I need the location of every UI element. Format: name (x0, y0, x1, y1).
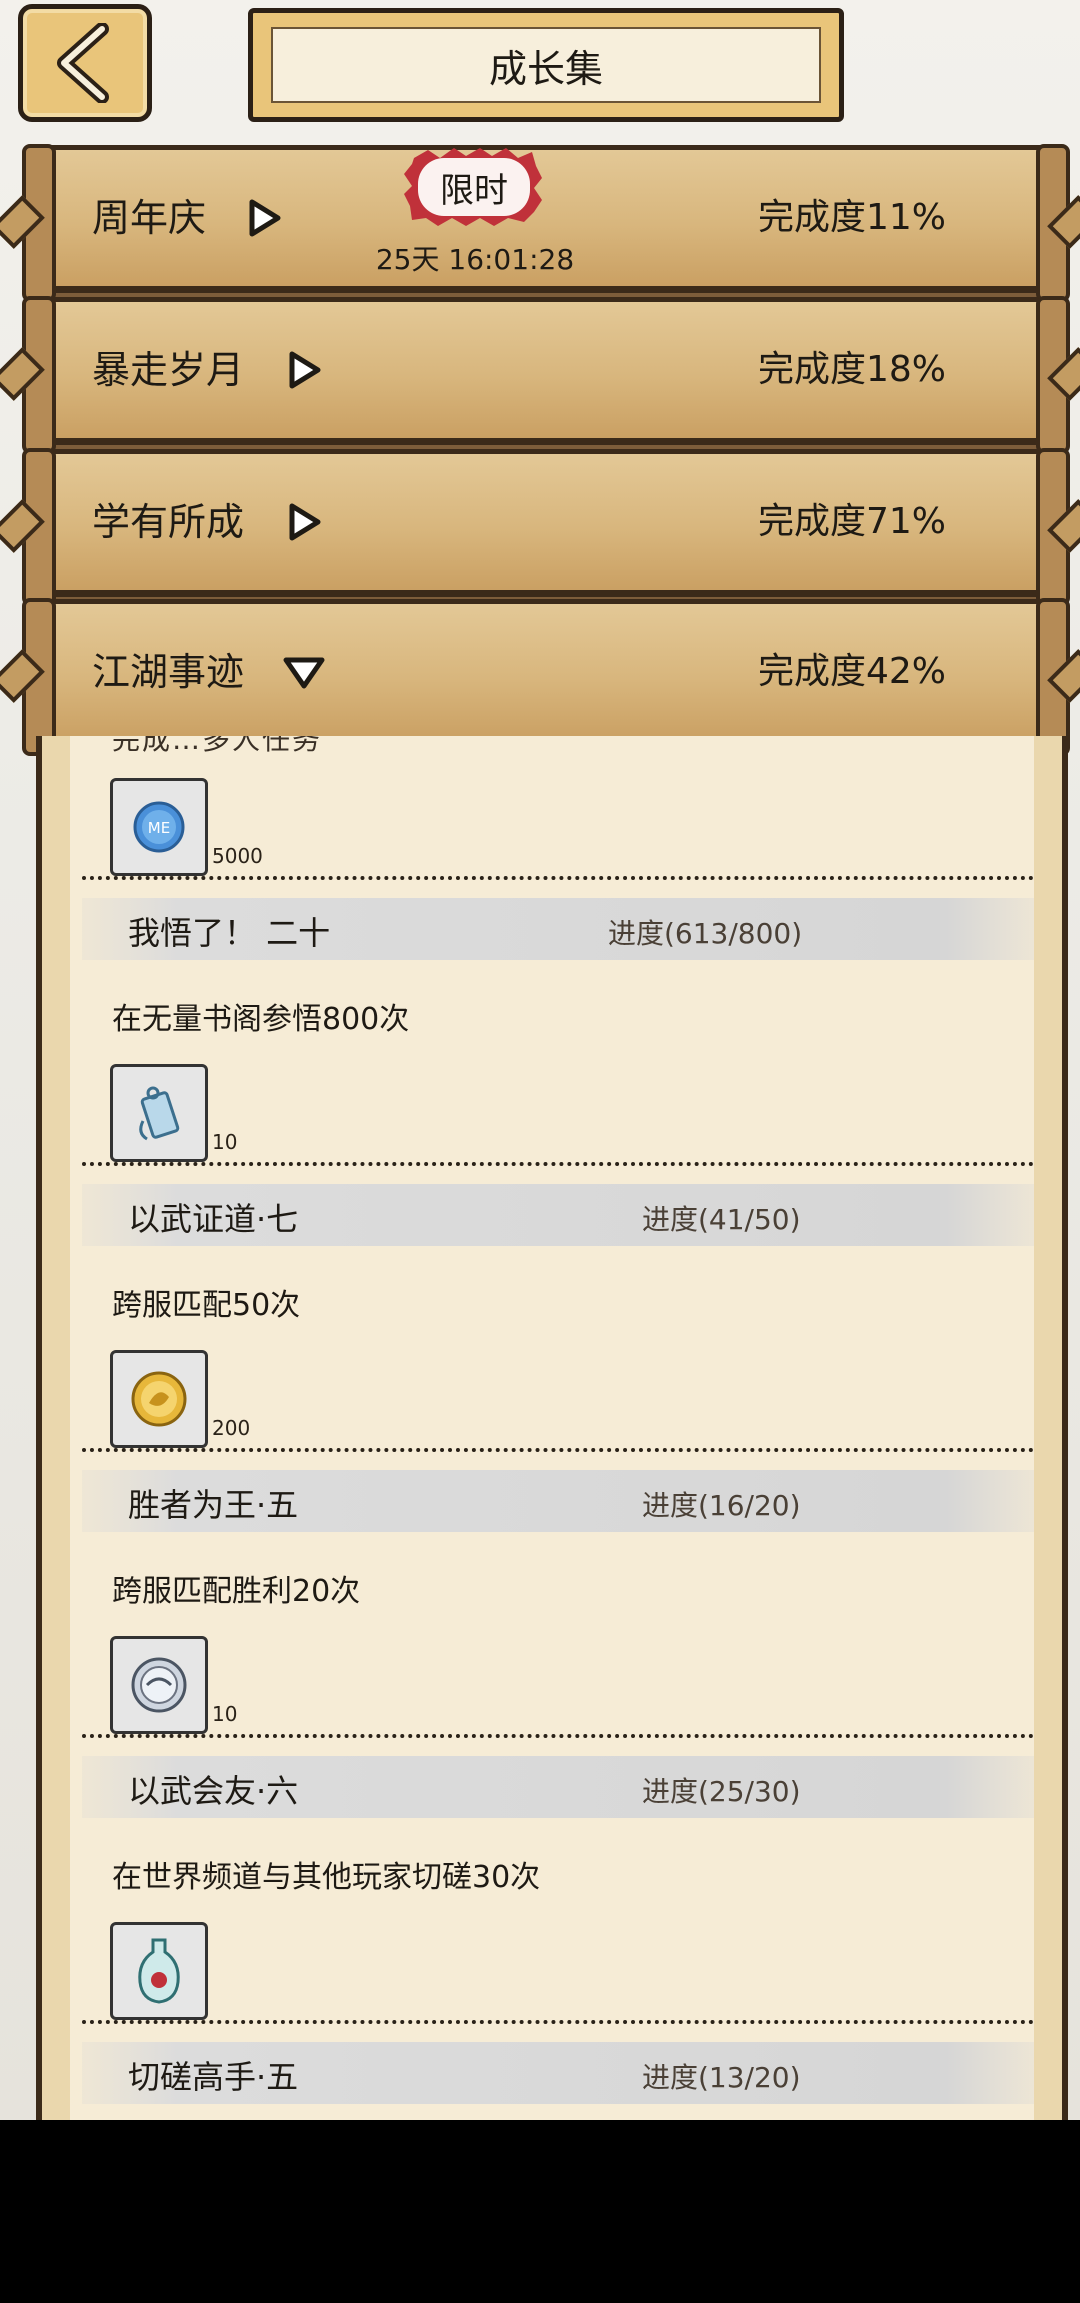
vase-icon (138, 1938, 180, 2004)
reward-slot[interactable] (110, 1064, 208, 1162)
divider (82, 2020, 1042, 2024)
achievement-progress: 进度(16/20) (642, 1489, 801, 1522)
achievement-progress: 进度(25/30) (642, 1775, 801, 1808)
category-progress: 完成度18% (757, 349, 946, 390)
achievement-list[interactable]: 完成…多人任务 ME 5000 我悟了！ 二十 进度(613/800) 在无量书… (36, 736, 1068, 2120)
category-name: 暴走岁月 (92, 348, 245, 392)
title-banner: 成长集 (248, 8, 844, 122)
reward-count: 200 (212, 1416, 251, 1440)
bottom-bar (0, 2120, 1080, 2303)
gold-coin-icon (131, 1371, 187, 1427)
reward-count: 5000 (212, 844, 263, 868)
achievement-name: 以武会友·六 (128, 1772, 299, 1810)
reward-slot[interactable] (110, 1350, 208, 1448)
achievement-name: 以武证道·七 (128, 1200, 299, 1238)
category-progress: 完成度71% (757, 501, 946, 542)
expand-arrow-icon (286, 454, 322, 590)
svg-text:ME: ME (148, 819, 170, 837)
divider (82, 876, 1042, 880)
limited-badge: 限时 (404, 146, 544, 228)
category-rampage-years[interactable]: 暴走岁月 完成度18% (0, 296, 1080, 454)
category-name: 江湖事迹 (92, 650, 245, 694)
divider (82, 1162, 1042, 1166)
limited-badge-label: 限时 (440, 170, 508, 211)
achievement-name: 切磋高手·五 (128, 2058, 299, 2096)
back-button[interactable] (18, 4, 152, 122)
reward-slot[interactable]: ME (110, 778, 208, 876)
collapse-arrow-icon (282, 604, 326, 740)
achievement-progress: 进度(41/50) (642, 1203, 801, 1236)
achievement-description: 在无量书阁参悟800次 (112, 1002, 410, 1037)
badge-tag-icon (139, 1086, 180, 1141)
category-name: 周年庆 (92, 196, 207, 240)
expand-arrow-icon (286, 302, 322, 438)
divider (82, 1734, 1042, 1738)
category-learning[interactable]: 学有所成 完成度71% (0, 448, 1080, 606)
divider (82, 1448, 1042, 1452)
category-jianghu-deeds[interactable]: 江湖事迹 完成度42% (0, 598, 1080, 756)
page-title: 成长集 (271, 27, 821, 103)
achievement-name: 我悟了！ 二十 (128, 914, 331, 952)
achievement-description: 跨服匹配50次 (112, 1288, 301, 1323)
reward-slot[interactable] (110, 1636, 208, 1734)
countdown-timer: 25天 16:01:28 (375, 243, 575, 276)
reward-count: 10 (212, 1702, 238, 1726)
silver-coin-icon (131, 1657, 187, 1713)
partial-description: 完成…多人任务 (112, 736, 323, 756)
category-progress: 完成度42% (757, 651, 946, 692)
category-progress: 完成度11% (757, 197, 946, 238)
achievement-description: 跨服匹配胜利20次 (112, 1574, 361, 1609)
expand-arrow-icon (246, 150, 282, 286)
chevron-left-icon (57, 23, 109, 103)
achievement-name: 胜者为王·五 (128, 1486, 299, 1524)
me-coin-icon: ME (133, 801, 185, 853)
reward-count: 10 (212, 1130, 238, 1154)
achievement-progress: 进度(13/20) (642, 2061, 801, 2094)
category-name: 学有所成 (92, 500, 245, 544)
achievement-description: 在世界频道与其他玩家切磋30次 (112, 1860, 541, 1895)
achievement-progress: 进度(613/800) (608, 917, 803, 950)
reward-slot[interactable] (110, 1922, 208, 2020)
